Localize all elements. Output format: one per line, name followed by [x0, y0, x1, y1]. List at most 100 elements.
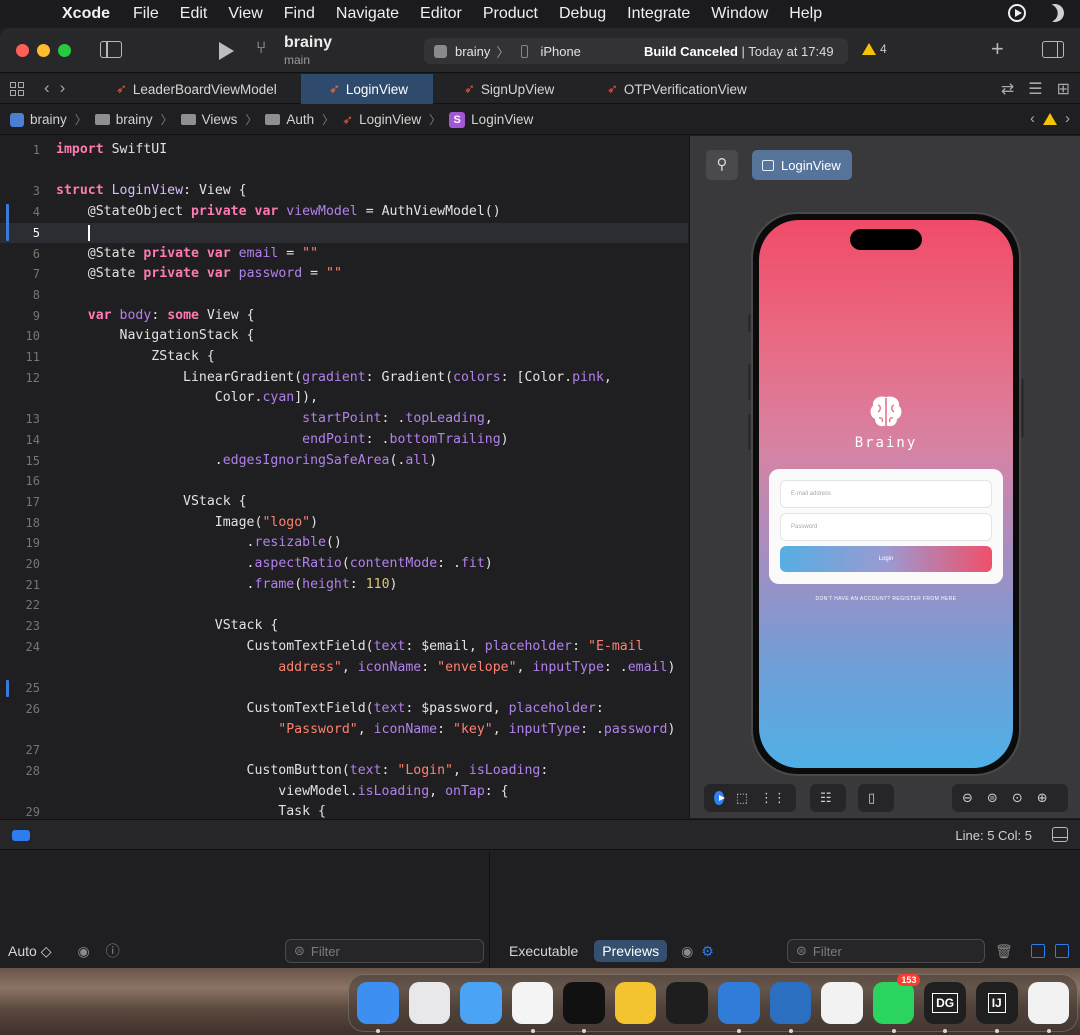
code-line[interactable]: 15 .edgesIgnoringSafeArea(.all): [0, 451, 688, 472]
line-number[interactable]: 27: [0, 740, 40, 761]
menu-navigate[interactable]: Navigate: [336, 5, 399, 23]
line-number[interactable]: 9: [0, 306, 40, 327]
console-options-icon[interactable]: ⚙: [701, 943, 714, 960]
run-button[interactable]: [219, 42, 234, 60]
related-items-grid-icon[interactable]: [10, 82, 24, 96]
dock-app-mail[interactable]: [460, 982, 502, 1024]
menu-integrate[interactable]: Integrate: [627, 5, 690, 23]
line-number[interactable]: 1: [0, 140, 40, 161]
code-line[interactable]: "Password", iconName: "key", inputType: …: [0, 720, 688, 741]
add-editor-icon[interactable]: ⊞: [1057, 79, 1070, 99]
split-right-icon[interactable]: [1055, 944, 1069, 958]
line-number[interactable]: 19: [0, 533, 40, 554]
pin-preview-button[interactable]: ⚲: [706, 150, 738, 180]
code-line[interactable]: 5: [0, 222, 688, 244]
zoom-window-button[interactable]: [58, 44, 71, 57]
breadcrumb-group-auth[interactable]: Auth: [265, 112, 314, 127]
breadcrumb-project[interactable]: brainy: [10, 112, 67, 127]
line-number[interactable]: 15: [0, 451, 40, 472]
code-line[interactable]: viewModel.isLoading, onTap: {: [0, 782, 688, 803]
info-icon[interactable]: ⓘ: [106, 941, 120, 961]
now-playing-icon[interactable]: [1008, 4, 1026, 22]
menu-product[interactable]: Product: [483, 5, 538, 23]
code-line[interactable]: address", iconName: "envelope", inputTyp…: [0, 658, 688, 679]
menu-debug[interactable]: Debug: [559, 5, 606, 23]
line-number[interactable]: 6: [0, 244, 40, 265]
scheme-device[interactable]: iPhone: [540, 44, 580, 59]
code-line[interactable]: 29 Task {: [0, 802, 688, 818]
zoom-actual-icon[interactable]: ⊜: [987, 790, 998, 806]
menu-edit[interactable]: Edit: [180, 5, 208, 23]
editor-options-icon[interactable]: ☰: [1028, 79, 1042, 99]
line-number[interactable]: 8: [0, 285, 40, 306]
dock-app-xcode[interactable]: [718, 982, 760, 1033]
menu-file[interactable]: File: [133, 5, 159, 23]
console-filter-input[interactable]: ⊜ Filter: [787, 939, 985, 963]
navigator-toggle-icon[interactable]: [100, 41, 122, 58]
code-line[interactable]: 22: [0, 595, 688, 616]
dock-app-whatsapp[interactable]: 153: [872, 974, 921, 1033]
tab-otpverificationview[interactable]: ➶ OTPVerificationView: [575, 74, 775, 104]
code-line[interactable]: 27: [0, 740, 688, 761]
dock-app-intellij[interactable]: IJ: [975, 982, 1018, 1033]
dock-app-chrome[interactable]: [1027, 982, 1070, 1033]
dock-app-tableplus[interactable]: [614, 982, 657, 1024]
code-line[interactable]: 26 CustomTextField(text: $password, plac…: [0, 699, 688, 720]
line-number[interactable]: 3: [0, 181, 40, 202]
breadcrumb-group-brainy[interactable]: brainy: [94, 112, 153, 127]
device-icon[interactable]: ▯: [868, 790, 875, 806]
breakpoints-toggle-icon[interactable]: [12, 830, 30, 841]
menu-help[interactable]: Help: [789, 5, 822, 23]
variables-filter-input[interactable]: ⊜ Filter: [285, 939, 484, 963]
toggle-debug-area-icon[interactable]: [1052, 827, 1068, 842]
line-number[interactable]: 13: [0, 409, 40, 430]
eye-icon[interactable]: ◉: [77, 943, 89, 960]
line-number[interactable]: 16: [0, 471, 40, 492]
code-line[interactable]: 6 @State private var email = "": [0, 244, 688, 265]
minimize-window-button[interactable]: [37, 44, 50, 57]
password-field[interactable]: Password: [780, 513, 992, 541]
code-line[interactable]: 11 ZStack {: [0, 347, 688, 368]
code-line[interactable]: 24 CustomTextField(text: $email, placeho…: [0, 637, 688, 658]
code-line[interactable]: 10 NavigationStack {: [0, 326, 688, 347]
source-change-indicator[interactable]: [6, 204, 9, 242]
warning-icon[interactable]: [1043, 112, 1057, 125]
line-number[interactable]: 14: [0, 430, 40, 451]
previous-issue-icon[interactable]: ‹: [1030, 110, 1035, 127]
email-field[interactable]: E-mail address: [780, 480, 992, 508]
line-number[interactable]: 10: [0, 326, 40, 347]
line-number[interactable]: 28: [0, 761, 40, 782]
code-line[interactable]: 28 CustomButton(text: "Login", isLoading…: [0, 761, 688, 782]
code-line[interactable]: 12 LinearGradient(gradient: Gradient(col…: [0, 368, 688, 389]
line-number[interactable]: 22: [0, 595, 40, 616]
register-link[interactable]: DON'T HAVE AN ACCOUNT? REGISTER FROM HER…: [759, 596, 1013, 602]
code-line[interactable]: 3 struct LoginView: View {: [0, 181, 688, 202]
dock-app-toolbox[interactable]: [821, 982, 863, 1024]
menu-view[interactable]: View: [228, 5, 262, 23]
next-issue-icon[interactable]: ›: [1065, 110, 1070, 127]
library-plus-button[interactable]: +: [991, 36, 1004, 62]
split-left-icon[interactable]: [1031, 944, 1045, 958]
code-line[interactable]: 17 VStack {: [0, 492, 688, 513]
line-number[interactable]: 18: [0, 513, 40, 534]
dock-app-vs-code[interactable]: [769, 982, 812, 1033]
inspector-toggle-icon[interactable]: [1042, 41, 1064, 58]
source-change-indicator[interactable]: [6, 680, 9, 697]
code-line[interactable]: [0, 161, 688, 182]
code-line[interactable]: 16: [0, 471, 688, 492]
tab-loginview[interactable]: ➶ LoginView: [301, 74, 433, 104]
tab-signupview[interactable]: ➶ SignUpView: [434, 74, 574, 104]
code-line[interactable]: 9 var body: some View {: [0, 306, 688, 327]
line-number[interactable]: 21: [0, 575, 40, 596]
device-settings-icon[interactable]: ☷: [820, 790, 832, 806]
dock-app-datagrip[interactable]: DG: [924, 982, 966, 1033]
menu-editor[interactable]: Editor: [420, 5, 462, 23]
line-number[interactable]: 7: [0, 264, 40, 285]
auto-scope-popup[interactable]: Auto ◇: [8, 943, 51, 960]
focus-moon-icon[interactable]: [1043, 1, 1066, 24]
branch-icon[interactable]: ⑂: [256, 38, 274, 60]
code-line[interactable]: 1 import SwiftUI: [0, 140, 688, 161]
breadcrumb-group-views[interactable]: Views: [180, 112, 237, 127]
code-line[interactable]: 20 .aspectRatio(contentMode: .fit): [0, 554, 688, 575]
menu-find[interactable]: Find: [284, 5, 315, 23]
